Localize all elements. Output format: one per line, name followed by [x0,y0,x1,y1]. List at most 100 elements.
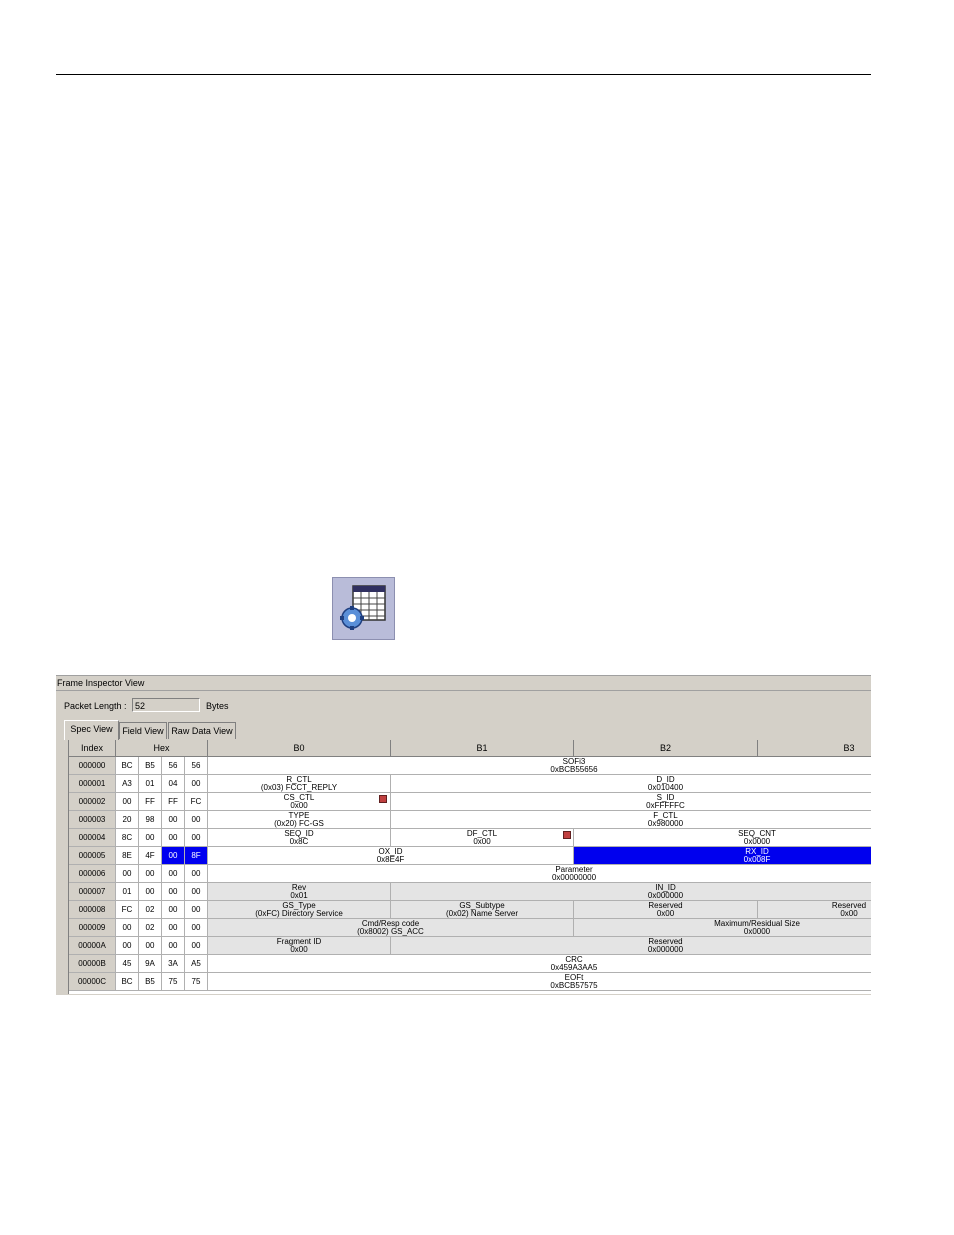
hex-byte-cell[interactable]: 4F [139,847,162,865]
hex-byte-cell[interactable]: 00 [162,883,185,901]
expand-icon[interactable] [379,795,387,803]
hex-byte-cell[interactable]: 3A [162,955,185,973]
row-index[interactable]: 000005 [69,847,116,865]
hex-byte-cell[interactable]: FF [139,793,162,811]
hex-byte-cell[interactable]: A5 [185,955,208,973]
field-cell[interactable]: OX_ID 0x8E4F [208,847,574,865]
hex-byte-cell[interactable]: FC [185,793,208,811]
column-header-b3[interactable]: B3 [758,740,871,757]
hex-byte-cell[interactable]: 00 [139,865,162,883]
column-header-b1[interactable]: B1 [391,740,574,757]
hex-byte-cell[interactable]: 00 [162,919,185,937]
hex-byte-cell[interactable]: FF [162,793,185,811]
field-cell[interactable]: EOFt 0xBCB57575 [208,973,871,991]
row-index[interactable]: 000003 [69,811,116,829]
row-index[interactable]: 000008 [69,901,116,919]
hex-byte-cell[interactable]: 56 [162,757,185,775]
field-cell[interactable]: D_ID 0x010400 [391,775,871,793]
hex-byte-cell[interactable]: A3 [116,775,139,793]
row-index[interactable]: 000009 [69,919,116,937]
hex-byte-cell[interactable]: 00 [185,811,208,829]
hex-byte-cell[interactable]: 00 [162,937,185,955]
field-cell[interactable]: Reserved 0x00 [574,901,758,919]
row-index[interactable]: 00000B [69,955,116,973]
column-header-hex[interactable]: Hex [116,740,208,757]
hex-byte-cell[interactable]: 00 [185,829,208,847]
hex-byte-cell[interactable]: B5 [139,757,162,775]
field-cell[interactable]: Reserved 0x000000 [391,937,871,955]
hex-byte-cell[interactable]: 56 [185,757,208,775]
hex-byte-cell[interactable]: 00 [185,775,208,793]
hex-byte-cell[interactable]: 00 [139,883,162,901]
hex-byte-cell[interactable]: BC [116,757,139,775]
column-header-index[interactable]: Index [69,740,116,757]
row-index[interactable]: 000006 [69,865,116,883]
hex-byte-cell[interactable]: 98 [139,811,162,829]
row-index[interactable]: 000000 [69,757,116,775]
row-index[interactable]: 00000C [69,973,116,991]
field-cell[interactable]: GS_Subtype (0x02) Name Server [391,901,574,919]
field-cell[interactable]: SOFi3 0xBCB55656 [208,757,871,775]
hex-byte-cell[interactable]: 00 [162,865,185,883]
packet-length-field[interactable]: 52 [132,698,200,712]
expand-icon[interactable] [563,831,571,839]
field-cell[interactable]: SEQ_CNT 0x0000 [574,829,871,847]
hex-byte-cell[interactable]: 8E [116,847,139,865]
field-cell[interactable]: RX_ID 0x008F [574,847,871,865]
hex-byte-cell[interactable]: 20 [116,811,139,829]
hex-byte-cell[interactable]: 02 [139,901,162,919]
field-cell[interactable]: Maximum/Residual Size 0x0000 [574,919,871,937]
hex-byte-cell[interactable]: 00 [116,865,139,883]
hex-byte-cell[interactable]: B5 [139,973,162,991]
field-cell[interactable]: F_CTL 0x980000 [391,811,871,829]
hex-byte-cell[interactable]: 00 [162,901,185,919]
field-cell[interactable]: Rev 0x01 [208,883,391,901]
hex-byte-cell[interactable]: 01 [116,883,139,901]
hex-byte-cell[interactable]: 00 [185,865,208,883]
hex-byte-cell[interactable]: 00 [139,937,162,955]
row-index[interactable]: 000001 [69,775,116,793]
tab-raw-data-view[interactable]: Raw Data View [168,722,236,739]
tab-spec-view[interactable]: Spec View [64,720,119,740]
hex-byte-cell[interactable]: FC [116,901,139,919]
hex-byte-cell[interactable]: 00 [116,937,139,955]
hex-byte-cell[interactable]: 04 [162,775,185,793]
hex-byte-cell[interactable]: 45 [116,955,139,973]
hex-byte-cell[interactable]: 75 [185,973,208,991]
column-header-b0[interactable]: B0 [208,740,391,757]
tab-field-view[interactable]: Field View [119,722,167,739]
hex-byte-cell[interactable]: 00 [116,919,139,937]
row-index[interactable]: 000004 [69,829,116,847]
hex-byte-cell[interactable]: 00 [185,937,208,955]
field-cell[interactable]: CRC 0x459A3AA5 [208,955,871,973]
hex-byte-cell[interactable]: 00 [139,829,162,847]
hex-byte-cell[interactable]: 00 [116,793,139,811]
column-header-b2[interactable]: B2 [574,740,758,757]
hex-byte-cell[interactable]: 01 [139,775,162,793]
hex-byte-cell[interactable]: 75 [162,973,185,991]
row-index[interactable]: 00000A [69,937,116,955]
hex-byte-cell[interactable]: 00 [162,847,185,865]
field-cell[interactable]: S_ID 0xFFFFFC [391,793,871,811]
frame-inspector-icon[interactable] [332,577,395,640]
hex-byte-cell[interactable]: 00 [185,883,208,901]
hex-byte-cell[interactable]: BC [116,973,139,991]
field-cell[interactable]: CS_CTL 0x00 [208,793,391,811]
field-cell[interactable]: Cmd/Resp code (0x8002) GS_ACC [208,919,574,937]
field-cell[interactable]: TYPE (0x20) FC-GS [208,811,391,829]
field-cell[interactable]: R_CTL (0x03) FCCT_REPLY [208,775,391,793]
field-cell[interactable]: SEQ_ID 0x8C [208,829,391,847]
hex-byte-cell[interactable]: 00 [185,919,208,937]
hex-byte-cell[interactable]: 8F [185,847,208,865]
field-cell[interactable]: DF_CTL 0x00 [391,829,574,847]
hex-byte-cell[interactable]: 00 [185,901,208,919]
field-cell[interactable]: GS_Type (0xFC) Directory Service [208,901,391,919]
hex-byte-cell[interactable]: 9A [139,955,162,973]
field-cell[interactable]: Parameter 0x00000000 [208,865,871,883]
hex-byte-cell[interactable]: 8C [116,829,139,847]
hex-byte-cell[interactable]: 02 [139,919,162,937]
row-index[interactable]: 000002 [69,793,116,811]
row-index[interactable]: 000007 [69,883,116,901]
field-cell[interactable]: Fragment ID 0x00 [208,937,391,955]
hex-byte-cell[interactable]: 00 [162,829,185,847]
